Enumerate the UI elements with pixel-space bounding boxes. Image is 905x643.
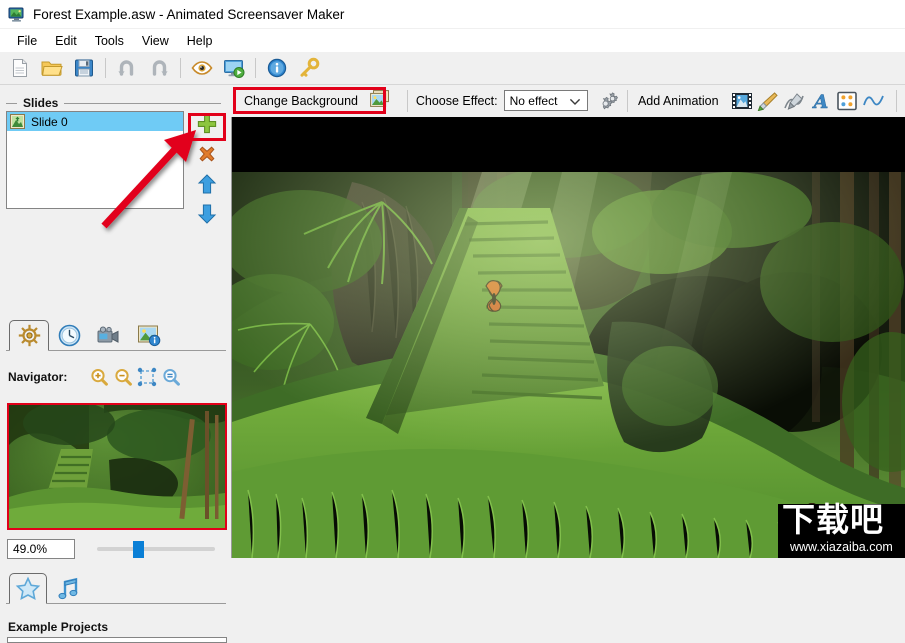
pen-path-icon [784,92,805,110]
add-particles-animation-button[interactable] [836,88,858,113]
window-title: Forest Example.asw - Animated Screensave… [33,6,345,22]
bottom-tabs [6,573,226,605]
tab-scene[interactable] [9,320,49,351]
new-file-icon[interactable] [5,53,35,83]
camcorder-icon [97,326,118,343]
tab-examples[interactable] [9,573,47,604]
watermark: 下载吧 www.xiazaiba.com [760,500,905,558]
add-text-animation-button[interactable]: A [810,88,832,113]
list-item[interactable]: Slide 0 [7,112,183,131]
gears-icon [602,92,618,110]
particles-icon [837,91,857,110]
zoom-slider-handle[interactable] [133,541,144,558]
slides-group-header: Slides [6,96,221,110]
menu-file[interactable]: File [8,32,46,50]
main-toolbar [0,52,905,85]
example-projects-title: Example Projects [8,620,109,634]
zoom-slider[interactable] [97,539,215,559]
key-icon[interactable] [294,53,324,83]
filmstrip-image-icon [731,92,752,109]
ship-wheel-icon [18,324,40,347]
chevron-down-icon [569,96,581,110]
run-screensaver-icon[interactable] [219,53,249,83]
menu-help[interactable]: Help [178,32,222,50]
watermark-text: 下载吧 [782,500,884,539]
application-window: Forest Example.asw - Animated Screensave… [0,0,905,643]
app-monitor-icon [8,6,25,23]
zoom-slider-track [97,547,215,551]
watermark-url: www.xiazaiba.com [790,540,893,554]
delete-slide-button[interactable] [192,141,222,167]
preview-eye-icon[interactable] [187,53,217,83]
choose-effect-label: Choose Effect: [415,93,498,108]
effect-selected-value: No effect [509,93,558,108]
zoom-input[interactable]: 49.0% [7,539,75,559]
toolbar-separator-2 [180,58,181,78]
menu-edit[interactable]: Edit [46,32,86,50]
image-info-icon [137,325,160,347]
zoom-controls: 49.0% [7,538,227,560]
slides-group-title: Slides [23,96,59,110]
effect-settings-button[interactable] [597,89,619,113]
change-background-highlight [233,87,386,114]
paintbrush-icon [757,91,778,111]
zoom-in-button[interactable] [87,366,111,388]
wave-icon [863,95,884,105]
toolbar-separator-3 [255,58,256,78]
tab-image-info[interactable] [129,320,169,351]
add-video-animation-button[interactable] [731,88,753,113]
info-icon[interactable] [262,53,292,83]
group-rule [64,102,221,104]
add-wave-animation-button[interactable] [862,88,886,113]
toolbar-separator-1 [105,58,106,78]
add-animation-label: Add Animation [637,93,719,108]
effect-select[interactable]: No effect [503,90,588,111]
open-folder-icon[interactable] [37,53,67,83]
add-path-animation-button[interactable] [783,88,805,113]
redo-icon[interactable] [144,53,174,83]
left-panel: Slides Slide 0 Navigator: 49.0% Example … [0,85,230,643]
title-bar: Forest Example.asw - Animated Screensave… [0,0,905,28]
slide-label: Slide 0 [31,114,68,129]
actual-size-button[interactable] [159,366,183,388]
undo-icon[interactable] [112,53,142,83]
star-icon [15,576,41,600]
effect-separator-1 [406,89,408,112]
tab-music[interactable] [49,573,87,604]
add-brush-animation-button[interactable] [757,88,779,113]
menu-tools[interactable]: Tools [86,32,133,50]
slide-image-icon [10,114,25,129]
tab-video[interactable] [89,320,129,351]
effect-separator-2 [627,89,628,112]
effect-separator-3 [896,89,898,112]
example-projects-list[interactable] [7,637,227,643]
navigator-thumbnail[interactable] [7,403,227,530]
slides-list[interactable]: Slide 0 [6,111,184,209]
clock-icon [58,324,80,347]
svg-text:A: A [811,91,828,111]
preview-canvas[interactable]: 下载吧 www.xiazaiba.com [231,117,905,558]
navigator-row: Navigator: [8,366,223,388]
add-slide-highlight [188,113,226,141]
navigator-thumbnail-image [9,405,225,528]
navigator-label: Navigator: [8,370,68,384]
fit-to-window-button[interactable] [135,366,159,388]
zoom-out-button[interactable] [111,366,135,388]
group-dash-left [6,102,17,104]
slide-property-tabs [6,320,226,352]
save-disk-icon[interactable] [69,53,99,83]
text-a-icon: A [811,91,828,111]
menu-bar: File Edit Tools View Help [0,29,905,52]
music-note-icon [58,577,78,600]
menu-view[interactable]: View [133,32,178,50]
zoom-value: 49.0% [13,542,48,556]
tab-timing[interactable] [49,320,89,351]
move-slide-down-button[interactable] [192,201,222,227]
move-slide-up-button[interactable] [192,171,222,197]
